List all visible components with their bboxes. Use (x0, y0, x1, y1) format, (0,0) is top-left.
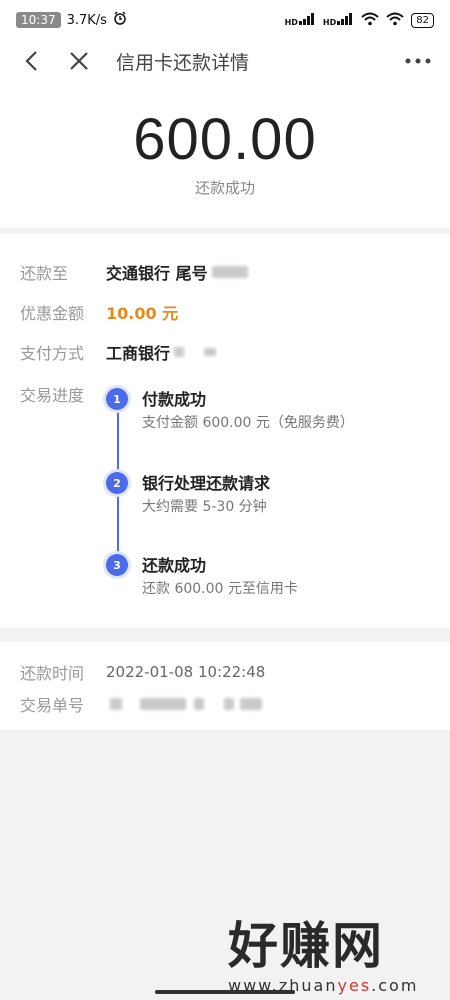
back-button[interactable] (14, 44, 48, 78)
masked-card-number (211, 266, 248, 278)
discount-value: 10.00 元 (106, 304, 179, 323)
masked-bank-info (174, 347, 185, 357)
wifi-icon-2 (386, 12, 404, 29)
home-indicator[interactable] (155, 990, 295, 994)
wifi-icon (361, 12, 379, 29)
masked-order-2 (140, 698, 186, 710)
repay-to-row: 还款至 交通银行 尾号 (20, 260, 248, 284)
repayment-status: 还款成功 (194, 179, 255, 197)
more-button[interactable] (400, 44, 436, 78)
discount-label: 优惠金额 (20, 304, 85, 323)
nav-bar: 信用卡还款详情 (0, 40, 450, 82)
battery-indicator: 82 (411, 12, 434, 28)
step-1-dot: 1 (106, 388, 128, 410)
repay-time-value: 2022-01-08 10:22:48 (106, 663, 266, 681)
signal-icon-1: HD (284, 12, 316, 28)
progress-row: 交易进度 (20, 382, 106, 406)
alarm-icon (113, 11, 127, 29)
more-dots-icon (405, 58, 431, 64)
masked-order-3 (194, 698, 204, 710)
amount-header: 600.00 还款成功 (0, 82, 450, 228)
repay-to-label: 还款至 (20, 264, 69, 283)
net-speed: 3.7K/s (66, 12, 107, 28)
close-icon (70, 52, 88, 70)
step-3-dot: 3 (106, 554, 128, 576)
progress-label: 交易进度 (20, 386, 85, 405)
site-watermark: 好赚网 www.zhuanyes.com (228, 906, 438, 996)
step-1-title: 付款成功 (142, 390, 207, 409)
payment-method-value: 工商银行 (106, 344, 171, 363)
step-1-desc: 支付金额 600.00 元（免服务费） (142, 415, 354, 431)
step-2-dot: 2 (106, 472, 128, 494)
signal-icon-2: HD (322, 12, 354, 28)
step-3-title: 还款成功 (142, 556, 207, 575)
payment-method-label: 支付方式 (20, 344, 85, 363)
repayment-details-card: 还款至 交通银行 尾号 优惠金额 10.00 元 支付方式 工商银行 交易进度 … (0, 234, 450, 628)
masked-order-5 (240, 698, 262, 710)
watermark-url-c: .com (371, 976, 419, 995)
status-bar: 10:37 3.7K/s HD HD 82 (0, 0, 450, 40)
signal-1-label: HD (284, 17, 298, 27)
signal-2-label: HD (322, 17, 337, 27)
repay-to-value: 交通银行 尾号 (106, 264, 208, 283)
order-number-label: 交易单号 (20, 696, 85, 715)
watermark-logo-text: 好赚网 (228, 917, 384, 975)
discount-row: 优惠金额 10.00 元 (20, 300, 178, 324)
chevron-left-icon (25, 51, 37, 71)
masked-bank-info-2 (204, 348, 217, 356)
masked-order-4 (224, 698, 234, 710)
repay-time-row: 还款时间 2022-01-08 10:22:48 (20, 660, 265, 684)
repay-time-label: 还款时间 (20, 664, 85, 683)
transaction-meta-card: 还款时间 2022-01-08 10:22:48 交易单号 (0, 642, 450, 730)
step-3-desc: 还款 600.00 元至信用卡 (142, 581, 298, 597)
progress-steps: 1 付款成功 支付金额 600.00 元（免服务费） 2 银行处理还款请求 大约… (106, 384, 426, 604)
status-left: 10:37 3.7K/s (16, 11, 127, 29)
step-2-desc: 大约需要 5-30 分钟 (142, 499, 267, 515)
close-button[interactable] (62, 44, 96, 78)
masked-order-1 (110, 698, 122, 710)
step-2-title: 银行处理还款请求 (142, 474, 271, 493)
page-title: 信用卡还款详情 (116, 51, 250, 74)
status-right: HD HD 82 (285, 12, 434, 29)
repayment-amount: 600.00 (133, 107, 317, 172)
order-number-row: 交易单号 (20, 692, 262, 716)
watermark-url-b: yes (337, 976, 372, 995)
status-time: 10:37 (16, 12, 61, 28)
payment-method-row: 支付方式 工商银行 (20, 340, 217, 364)
